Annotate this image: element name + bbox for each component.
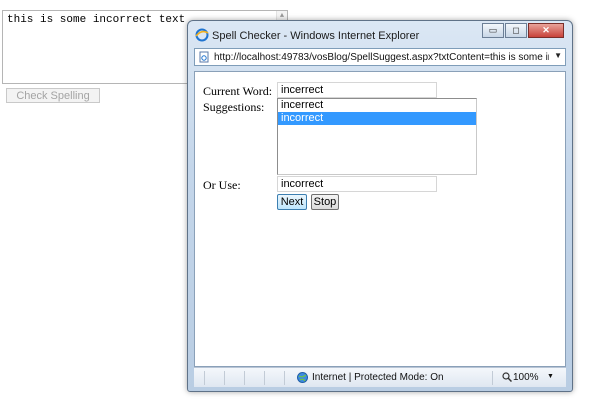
page-content: Current Word: incerrect Suggestions: inc… xyxy=(194,71,566,367)
status-divider xyxy=(224,371,225,385)
current-word-label: Current Word: xyxy=(203,84,273,98)
security-zone-text[interactable]: Internet | Protected Mode: On xyxy=(312,372,444,383)
stop-button[interactable]: Stop xyxy=(311,194,339,210)
check-spelling-button[interactable]: Check Spelling xyxy=(6,88,100,103)
internet-explorer-icon xyxy=(195,28,209,42)
title-bar[interactable]: Spell Checker - Windows Internet Explore… xyxy=(188,21,572,49)
status-bar: Internet | Protected Mode: On 100% ▼ xyxy=(194,367,566,387)
zoom-dropdown-icon[interactable]: ▼ xyxy=(547,373,554,380)
textarea-text: this is some incorrect text xyxy=(7,14,186,26)
status-divider xyxy=(264,371,265,385)
status-divider xyxy=(204,371,205,385)
spell-checker-window: Spell Checker - Windows Internet Explore… xyxy=(187,20,573,392)
close-button[interactable]: ✕ xyxy=(528,23,564,38)
address-url: http://localhost:49783/vosBlog/SpellSugg… xyxy=(214,52,549,63)
magnifier-icon xyxy=(502,372,512,382)
page-icon xyxy=(199,51,209,63)
suggestion-option-selected[interactable]: incorrect xyxy=(278,112,476,125)
next-button[interactable]: Next xyxy=(277,194,307,210)
minimize-button[interactable]: ▭ xyxy=(482,23,504,38)
current-word-field[interactable]: incerrect xyxy=(277,82,437,98)
or-use-field[interactable]: incorrect xyxy=(277,176,437,192)
suggestions-listbox[interactable]: incerrect incorrect xyxy=(277,98,477,175)
suggestion-option[interactable]: incerrect xyxy=(278,99,476,112)
status-divider xyxy=(244,371,245,385)
globe-icon xyxy=(297,372,308,383)
or-use-label: Or Use: xyxy=(203,178,241,192)
suggestions-label: Suggestions: xyxy=(203,100,265,114)
window-controls: ▭ ◻ ✕ xyxy=(481,23,564,38)
status-divider xyxy=(492,371,493,385)
status-divider xyxy=(284,371,285,385)
address-bar[interactable]: http://localhost:49783/vosBlog/SpellSugg… xyxy=(194,48,566,66)
address-dropdown-icon[interactable]: ▼ xyxy=(554,51,562,60)
zoom-level[interactable]: 100% xyxy=(513,372,539,383)
maximize-button[interactable]: ◻ xyxy=(505,23,527,38)
window-title: Spell Checker - Windows Internet Explore… xyxy=(212,30,420,42)
